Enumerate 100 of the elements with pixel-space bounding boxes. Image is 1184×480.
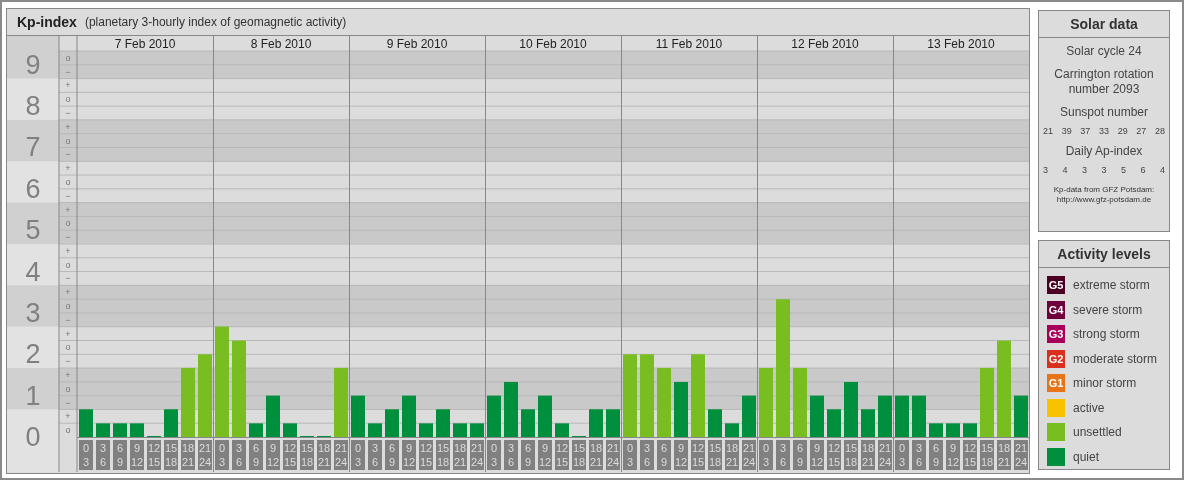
ap-index-value: 3 xyxy=(1101,165,1107,175)
time-interval-label: 3 6 xyxy=(504,440,518,470)
time-interval-label: 12 15 xyxy=(147,440,161,470)
ap-index-value: 3 xyxy=(1081,165,1087,175)
kp-subdivision-label: + xyxy=(65,121,71,132)
kp-bar xyxy=(708,409,722,437)
kp-bar xyxy=(946,423,960,437)
ap-index-value: 5 xyxy=(1120,165,1126,175)
kp-subdivision-label: o xyxy=(65,94,71,105)
kp-bar xyxy=(470,423,484,437)
time-interval-label: 15 18 xyxy=(436,440,450,470)
kp-bar xyxy=(810,395,824,437)
time-interval-label: 0 3 xyxy=(623,440,637,470)
time-interval-label: 18 21 xyxy=(725,440,739,470)
time-interval-label: 15 18 xyxy=(708,440,722,470)
time-interval-label: 9 12 xyxy=(674,440,688,470)
kp-bar xyxy=(351,395,365,437)
kp-bar xyxy=(742,395,756,437)
date-label: 10 Feb 2010 xyxy=(519,37,587,51)
time-interval-label: 9 12 xyxy=(810,440,824,470)
sunspot-value: 29 xyxy=(1117,126,1128,136)
kp-bar xyxy=(725,423,739,437)
kp-subdivision-label: o xyxy=(65,218,71,229)
time-interval-label: 6 9 xyxy=(929,440,943,470)
time-interval-label: 21 24 xyxy=(606,440,620,470)
time-interval-label: 9 12 xyxy=(130,440,144,470)
kp-subdivision-label: + xyxy=(65,411,71,422)
date-label: 9 Feb 2010 xyxy=(386,37,448,51)
kp-subdivision-label: + xyxy=(65,287,71,298)
kp-bar xyxy=(113,423,127,437)
time-interval-label: 3 6 xyxy=(776,440,790,470)
kp-bar xyxy=(844,382,858,437)
time-interval-label: 21 24 xyxy=(198,440,212,470)
kp-bar xyxy=(793,367,807,437)
level-swatch: G1 xyxy=(1047,374,1065,393)
time-interval-label: 6 9 xyxy=(385,440,399,470)
ap-index-value: 4 xyxy=(1062,165,1068,175)
time-interval-label: 0 3 xyxy=(487,440,501,470)
kp-subdivision-label: − xyxy=(65,397,71,408)
kp-bar xyxy=(589,409,603,437)
time-interval-label: 3 6 xyxy=(96,440,110,470)
sunspot-value: 27 xyxy=(1136,126,1147,136)
time-interval-label: 21 24 xyxy=(334,440,348,470)
level-label: unsettled xyxy=(1073,425,1122,440)
kp-axis-label: 0 xyxy=(25,422,41,452)
level-label: strong storm xyxy=(1073,327,1140,342)
kp-subdivision-label: − xyxy=(65,190,71,201)
kp-bar xyxy=(419,423,433,437)
source-url: http://www.gfz-potsdam.de xyxy=(1056,195,1152,205)
sunspot-value: 39 xyxy=(1061,126,1072,136)
time-interval-label: 21 24 xyxy=(1014,440,1028,470)
time-interval-label: 15 18 xyxy=(980,440,994,470)
kp-subdivision-label: − xyxy=(65,149,71,160)
time-interval-label: 15 18 xyxy=(300,440,314,470)
kp-subdivision-label: − xyxy=(65,314,71,325)
kp-subdivision-label: − xyxy=(65,108,71,119)
date-label: 12 Feb 2010 xyxy=(791,37,859,51)
kp-subdivision-label: − xyxy=(65,66,71,77)
date-label: 8 Feb 2010 xyxy=(250,37,312,51)
time-interval-label: 12 15 xyxy=(419,440,433,470)
date-label: 7 Feb 2010 xyxy=(114,37,176,51)
time-interval-label: 6 9 xyxy=(521,440,535,470)
chart-title: Kp-index xyxy=(17,14,77,30)
level-swatch: G2 xyxy=(1047,349,1065,368)
kp-bar xyxy=(878,395,892,437)
time-interval-label: 18 21 xyxy=(453,440,467,470)
kp-bar xyxy=(436,409,450,437)
kp-bar xyxy=(657,367,671,437)
kp-bar xyxy=(164,409,178,437)
time-interval-label: 21 24 xyxy=(742,440,756,470)
kp-bar xyxy=(912,395,926,437)
kp-bar xyxy=(130,423,144,437)
level-swatch: G5 xyxy=(1047,276,1065,295)
kp-axis-label: 6 xyxy=(25,173,41,204)
kp-bar xyxy=(402,395,416,437)
time-interval-label: 18 21 xyxy=(317,440,331,470)
ap-index-value: 3 xyxy=(1043,165,1048,175)
time-interval-label: 0 3 xyxy=(351,440,365,470)
time-interval-label: 3 6 xyxy=(232,440,246,470)
kp-subdivision-label: + xyxy=(65,80,71,91)
level-label: extreme storm xyxy=(1073,278,1150,293)
kp-subdivision-label: + xyxy=(65,328,71,339)
time-interval-label: 12 15 xyxy=(555,440,569,470)
kp-axis-label: 9 xyxy=(25,49,41,80)
time-interval-label: 6 9 xyxy=(793,440,807,470)
kp-subdivision-label: o xyxy=(65,259,71,270)
kp-bar xyxy=(827,409,841,437)
level-label: minor storm xyxy=(1073,376,1137,391)
kp-bar xyxy=(283,423,297,437)
kp-bar xyxy=(895,395,909,437)
date-label: 11 Feb 2010 xyxy=(655,37,723,51)
time-interval-label: 18 21 xyxy=(861,440,875,470)
kp-subdivision-label: − xyxy=(65,356,71,367)
time-interval-label: 9 12 xyxy=(946,440,960,470)
time-interval-label: 0 3 xyxy=(895,440,909,470)
time-interval-label: 15 18 xyxy=(572,440,586,470)
kp-subdivision-label: o xyxy=(65,383,71,394)
kp-bar xyxy=(929,423,943,437)
kp-subdivision-label: o xyxy=(65,342,71,353)
kp-bar xyxy=(963,423,977,437)
